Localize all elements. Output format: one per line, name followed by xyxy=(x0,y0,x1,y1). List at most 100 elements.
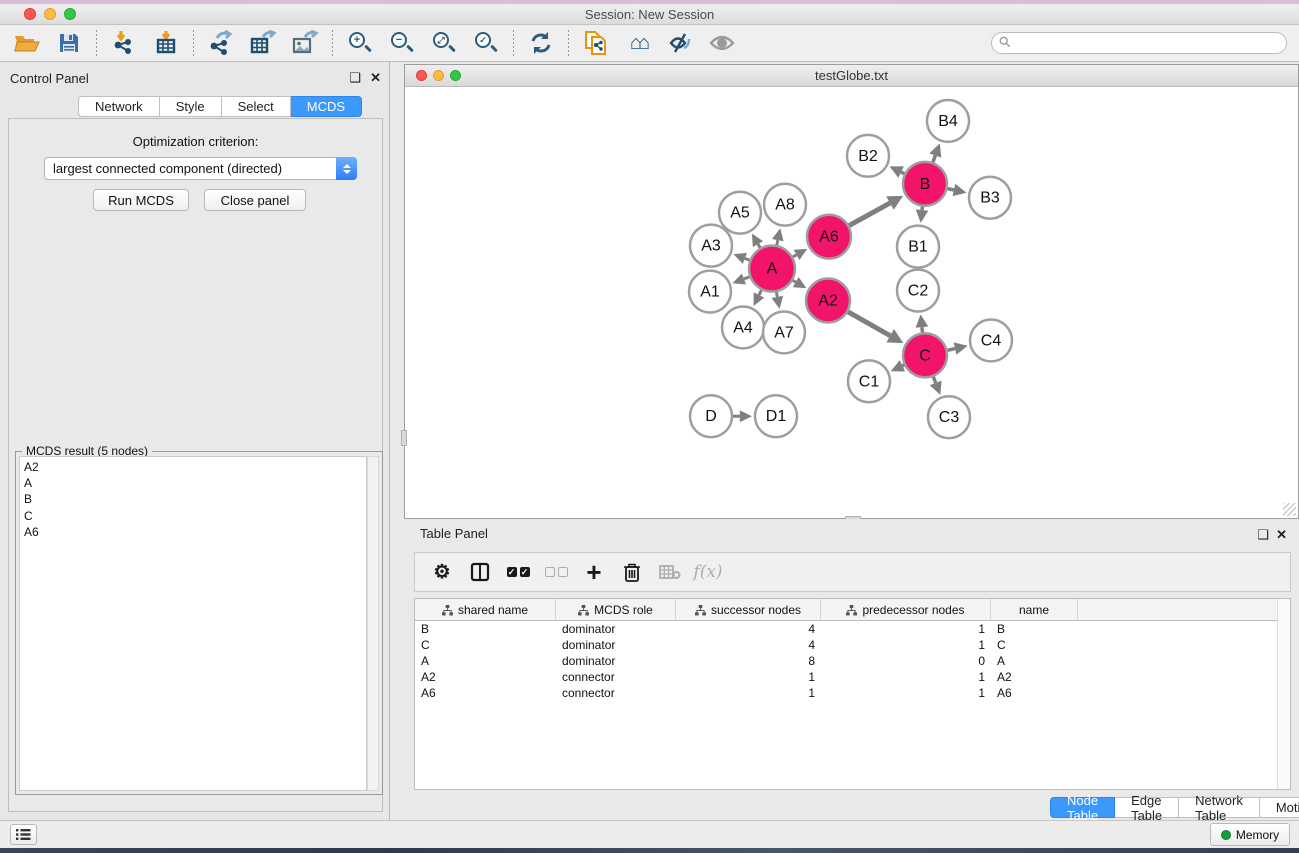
node-B2[interactable]: B2 xyxy=(847,135,889,177)
node-C[interactable]: C xyxy=(903,333,947,377)
node-D[interactable]: D xyxy=(690,395,732,437)
node-B3[interactable]: B3 xyxy=(969,177,1011,219)
criterion-select[interactable]: largest connected component (directed) xyxy=(44,157,357,180)
edge-B-B3[interactable] xyxy=(947,189,953,190)
edge-C-C4[interactable] xyxy=(947,349,955,351)
delete-table-icon[interactable] xyxy=(655,558,685,586)
mcds-result-item[interactable]: A xyxy=(24,475,362,491)
edge-A6-B[interactable] xyxy=(849,203,890,225)
table-row-C[interactable]: Cdominator41C xyxy=(415,637,1277,653)
mcds-list-scrollbar[interactable] xyxy=(367,456,379,791)
function-builder-icon[interactable]: f(x) xyxy=(693,558,723,586)
float-panel-icon[interactable]: ❑ xyxy=(349,70,361,86)
gear-icon[interactable]: ⚙ xyxy=(427,558,457,586)
table-row-B[interactable]: Bdominator41B xyxy=(415,621,1277,637)
tab-style[interactable]: Style xyxy=(160,96,222,117)
select-all-icon[interactable]: ✓✓ xyxy=(503,558,533,586)
tab-network-table[interactable]: Network Table xyxy=(1179,797,1260,818)
node-A3[interactable]: A3 xyxy=(690,225,732,267)
splitter-handle-vertical[interactable] xyxy=(401,430,407,446)
column-header-name[interactable]: name xyxy=(991,599,1078,621)
tab-node-table[interactable]: Node Table xyxy=(1050,797,1115,818)
network-canvas[interactable]: B4 B2 B B3 A8A5 A6 A3 B1 A A1 C2 A2 A4A7 C4 C C1 D D1 C3 xyxy=(405,87,1298,518)
table-row-A2[interactable]: A2connector11A2 xyxy=(415,669,1277,685)
run-mcds-button[interactable]: Run MCDS xyxy=(93,189,189,211)
mcds-result-item[interactable]: A6 xyxy=(24,524,362,540)
export-network-icon[interactable] xyxy=(202,28,240,58)
column-layout-icon[interactable] xyxy=(465,558,495,586)
tab-select[interactable]: Select xyxy=(222,96,291,117)
column-header-MCDS-role[interactable]: MCDS role xyxy=(556,599,676,621)
mcds-result-list[interactable]: A2ABCA6 xyxy=(19,456,367,791)
tab-mcds[interactable]: MCDS xyxy=(291,96,362,117)
zoom-in-icon[interactable]: + xyxy=(341,28,379,58)
app-titlebar[interactable]: Session: New Session xyxy=(0,4,1299,25)
save-icon[interactable] xyxy=(50,28,88,58)
close-panel-icon[interactable]: ✕ xyxy=(370,70,381,86)
network-window-titlebar[interactable]: testGlobe.txt xyxy=(405,65,1298,87)
edge-A-A5[interactable] xyxy=(758,244,760,248)
column-header-successor-nodes[interactable]: successor nodes xyxy=(676,599,821,621)
task-history-button[interactable] xyxy=(10,824,37,845)
node-B1[interactable]: B1 xyxy=(897,226,939,268)
node-A1[interactable]: A1 xyxy=(689,271,731,313)
deselect-all-icon[interactable] xyxy=(541,558,571,586)
edge-C-C2[interactable] xyxy=(922,327,923,332)
mcds-result-item[interactable]: A2 xyxy=(24,459,362,475)
node-C4[interactable]: C4 xyxy=(970,319,1012,361)
memory-button[interactable]: Memory xyxy=(1210,823,1290,846)
edge-C-C3[interactable] xyxy=(933,377,935,383)
zoom-selected-icon[interactable]: ✓ xyxy=(467,28,505,58)
edge-A2-C[interactable] xyxy=(848,312,890,336)
column-header-shared-name[interactable]: shared name xyxy=(415,599,556,621)
node-C1[interactable]: C1 xyxy=(848,360,890,402)
export-image-icon[interactable] xyxy=(286,28,324,58)
hide-annotations-icon[interactable] xyxy=(661,28,699,58)
close-panel-button[interactable]: Close panel xyxy=(204,189,306,211)
node-A7[interactable]: A7 xyxy=(763,311,805,353)
edge-A-A4[interactable] xyxy=(759,290,761,295)
overview-icon[interactable]: ⌂⌂ xyxy=(619,28,657,58)
zoom-out-icon[interactable]: − xyxy=(383,28,421,58)
node-A5[interactable]: A5 xyxy=(719,192,761,234)
node-B4[interactable]: B4 xyxy=(927,100,969,142)
delete-column-icon[interactable] xyxy=(617,558,647,586)
table-row-A6[interactable]: A6connector11A6 xyxy=(415,685,1277,701)
clone-network-icon[interactable] xyxy=(577,28,615,58)
zoom-fit-icon[interactable]: ⤢ xyxy=(425,28,463,58)
export-table-icon[interactable] xyxy=(244,28,282,58)
edge-B-B4[interactable] xyxy=(933,156,935,163)
edge-C-C1[interactable] xyxy=(902,365,904,366)
mcds-result-item[interactable]: B xyxy=(24,491,362,507)
node-A6[interactable]: A6 xyxy=(807,215,851,259)
tab-motifs[interactable]: Motifs xyxy=(1260,797,1299,818)
node-A[interactable]: A xyxy=(749,246,795,292)
edge-A-A1[interactable] xyxy=(744,277,750,279)
table-row-A[interactable]: Adominator80A xyxy=(415,653,1277,669)
node-B[interactable]: B xyxy=(903,162,947,206)
node-D1[interactable]: D1 xyxy=(755,395,797,437)
float-table-panel-icon[interactable]: ❑ xyxy=(1257,527,1269,543)
eye-icon[interactable] xyxy=(703,28,741,58)
close-table-panel-icon[interactable]: ✕ xyxy=(1276,527,1287,543)
window-resize-grip[interactable] xyxy=(1283,503,1296,516)
edge-B-B2[interactable] xyxy=(901,172,904,174)
open-folder-icon[interactable] xyxy=(8,28,46,58)
import-table-icon[interactable] xyxy=(147,28,185,58)
edge-A-A7[interactable] xyxy=(776,292,777,297)
node-A4[interactable]: A4 xyxy=(722,306,764,348)
add-column-icon[interactable]: + xyxy=(579,558,609,586)
tab-network[interactable]: Network xyxy=(78,96,160,117)
node-C2[interactable]: C2 xyxy=(897,270,939,312)
node-C3[interactable]: C3 xyxy=(928,396,970,438)
edge-A-A6[interactable] xyxy=(793,255,797,257)
edge-A-A8[interactable] xyxy=(777,240,778,245)
import-network-icon[interactable] xyxy=(105,28,143,58)
edge-A-A2[interactable] xyxy=(793,280,796,282)
node-A8[interactable]: A8 xyxy=(764,184,806,226)
search-input[interactable] xyxy=(991,32,1287,54)
node-A2[interactable]: A2 xyxy=(806,279,850,323)
edge-A-A3[interactable] xyxy=(745,258,750,260)
tab-edge-table[interactable]: Edge Table xyxy=(1115,797,1179,818)
column-header-predecessor-nodes[interactable]: predecessor nodes xyxy=(821,599,991,621)
